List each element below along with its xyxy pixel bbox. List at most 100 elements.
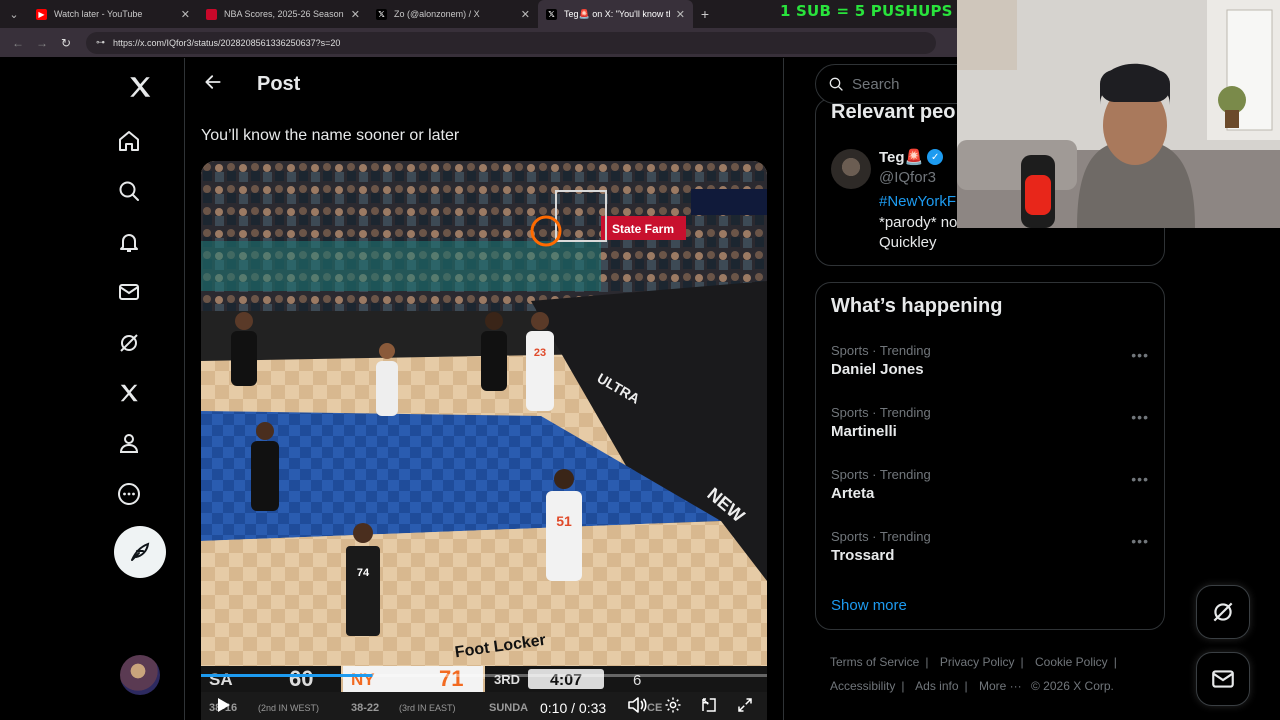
tweet-text: You’ll know the name sooner or later bbox=[201, 127, 460, 144]
trend-meta: Sports · Trending bbox=[831, 343, 931, 358]
whats-happening-card: What’s happening Sports · Trending Danie… bbox=[815, 282, 1165, 630]
compose-post-button[interactable] bbox=[114, 526, 166, 578]
footer-link[interactable]: Ads info bbox=[915, 679, 958, 693]
footer-link[interactable]: Privacy Policy bbox=[940, 655, 1015, 669]
trend-item[interactable]: Sports · Trending Arteta ••• bbox=[831, 467, 1151, 502]
user-name[interactable]: Teg🚨 ✓ bbox=[879, 148, 944, 166]
user-handle[interactable]: @IQfor3 bbox=[879, 169, 936, 186]
tab-zo[interactable]: 𝕏 Zo (@alonzonem) / X ✕ bbox=[368, 0, 538, 28]
volume-icon[interactable] bbox=[627, 696, 647, 719]
tab-nba-scores[interactable]: NBA Scores, 2025-26 Season - ✕ bbox=[198, 0, 368, 28]
notifications-bell-icon[interactable] bbox=[114, 227, 144, 257]
url-text: https://x.com/IQfor3/status/202820856133… bbox=[113, 37, 341, 48]
tab-title: Watch later - YouTube bbox=[54, 9, 143, 19]
avatar[interactable] bbox=[831, 149, 871, 189]
verified-badge-icon: ✓ bbox=[927, 149, 944, 165]
close-icon[interactable]: ✕ bbox=[181, 8, 190, 21]
trend-name: Daniel Jones bbox=[831, 361, 924, 378]
video-time: 0:10 / 0:33 bbox=[540, 700, 607, 716]
youtube-icon: ▶ bbox=[36, 8, 47, 20]
grok-icon[interactable] bbox=[114, 328, 144, 358]
more-options-icon[interactable]: ••• bbox=[1131, 409, 1149, 425]
profile-icon[interactable] bbox=[114, 428, 144, 458]
video-player[interactable]: State Farm Foot Locker ULTRA NEW 51 74 2… bbox=[201, 161, 767, 720]
site-info-icon[interactable]: ⊶ bbox=[96, 37, 105, 48]
forward-arrow-icon[interactable]: → bbox=[30, 36, 54, 50]
post-header: Post bbox=[185, 58, 783, 110]
court-ad-statefarm: State Farm bbox=[612, 222, 674, 236]
new-tab-button[interactable]: + bbox=[693, 6, 717, 22]
left-navigation bbox=[100, 58, 184, 720]
footer-link[interactable]: Terms of Service bbox=[830, 655, 919, 669]
trend-name: Martinelli bbox=[831, 423, 897, 440]
bio-text: *parody* no bbox=[879, 214, 958, 231]
whats-happening-title: What’s happening bbox=[831, 295, 1003, 317]
bio-text: Quickley bbox=[879, 234, 937, 251]
trend-meta: Sports · Trending bbox=[831, 529, 931, 544]
messages-icon bbox=[1212, 670, 1234, 688]
back-arrow-icon[interactable] bbox=[187, 72, 239, 97]
x-logo-icon[interactable] bbox=[124, 71, 156, 103]
away-team: SA bbox=[209, 670, 233, 689]
tab-title: Teg🚨 on X: "You'll know the n bbox=[564, 8, 670, 19]
footer-link[interactable]: Cookie Policy bbox=[1035, 655, 1108, 669]
tab-search-icon[interactable]: ⌄ bbox=[0, 0, 28, 28]
play-icon[interactable] bbox=[215, 697, 231, 718]
trend-name: Arteta bbox=[831, 485, 875, 502]
bio-hashtag[interactable]: #NewYorkF bbox=[879, 193, 956, 210]
grok-icon bbox=[1213, 602, 1233, 622]
video-controls: 0:10 / 0:33 bbox=[201, 690, 767, 720]
more-options-icon[interactable]: ••• bbox=[1131, 471, 1149, 487]
settings-gear-icon[interactable] bbox=[664, 696, 682, 719]
main-column: Post You’ll know the name sooner or late… bbox=[185, 58, 783, 720]
home-score: 71 bbox=[439, 666, 463, 691]
trend-item[interactable]: Sports · Trending Daniel Jones ••• bbox=[831, 343, 1151, 378]
feather-icon bbox=[131, 542, 150, 561]
relevant-people-title: Relevant peo bbox=[831, 101, 956, 123]
more-options-icon[interactable]: ••• bbox=[1131, 347, 1149, 363]
show-more-link[interactable]: Show more bbox=[831, 597, 907, 614]
url-field[interactable]: ⊶ https://x.com/IQfor3/status/2028208561… bbox=[86, 31, 936, 54]
page-title: Post bbox=[257, 72, 301, 95]
fullscreen-icon[interactable] bbox=[736, 696, 754, 719]
trend-meta: Sports · Trending bbox=[831, 467, 931, 482]
tab-teg-post[interactable]: 𝕏 Teg🚨 on X: "You'll know the n ✕ bbox=[538, 0, 693, 28]
away-score: 60 bbox=[289, 666, 313, 691]
close-icon[interactable]: ✕ bbox=[351, 8, 360, 21]
footer-links: Terms of Service | Privacy Policy | Cookie… bbox=[830, 655, 1117, 693]
footer-link[interactable]: Accessibility bbox=[830, 679, 895, 693]
footer-link[interactable]: More ··· bbox=[979, 679, 1022, 693]
messages-floating-button[interactable] bbox=[1196, 652, 1250, 706]
tab-youtube[interactable]: ▶ Watch later - YouTube ✕ bbox=[28, 0, 198, 28]
picture-in-picture-icon[interactable] bbox=[700, 696, 718, 719]
divider bbox=[783, 58, 784, 720]
home-icon[interactable] bbox=[114, 126, 144, 156]
video-progress-fill bbox=[201, 674, 373, 677]
video-frame: State Farm Foot Locker ULTRA NEW 51 74 2… bbox=[201, 161, 767, 720]
jersey-number: 51 bbox=[556, 513, 572, 529]
trend-item[interactable]: Sports · Trending Trossard ••• bbox=[831, 529, 1151, 564]
close-icon[interactable]: ✕ bbox=[676, 8, 685, 21]
nba-icon bbox=[206, 8, 217, 20]
tab-title: NBA Scores, 2025-26 Season - bbox=[224, 9, 345, 19]
trend-name: Trossard bbox=[831, 547, 895, 564]
jersey-number: 23 bbox=[534, 347, 546, 359]
webcam-overlay bbox=[957, 0, 1280, 228]
search-icon[interactable] bbox=[114, 176, 144, 206]
back-arrow-icon[interactable]: ← bbox=[6, 36, 30, 50]
trend-item[interactable]: Sports · Trending Martinelli ••• bbox=[831, 405, 1151, 440]
close-icon[interactable]: ✕ bbox=[521, 8, 530, 21]
stream-banner: 1 SUB = 5 PUSHUPS bbox=[780, 2, 953, 20]
grok-floating-button[interactable] bbox=[1196, 585, 1250, 639]
x-icon: 𝕏 bbox=[376, 8, 387, 20]
more-options-icon[interactable]: ••• bbox=[1131, 533, 1149, 549]
more-circle-icon[interactable] bbox=[114, 479, 144, 509]
referee-number: 74 bbox=[357, 567, 370, 579]
search-icon bbox=[829, 77, 843, 91]
account-avatar[interactable] bbox=[120, 655, 160, 695]
premium-x-icon[interactable] bbox=[114, 378, 144, 408]
x-icon: 𝕏 bbox=[546, 8, 557, 20]
reload-icon[interactable]: ↻ bbox=[54, 36, 78, 50]
webcam-feed bbox=[957, 0, 1280, 228]
messages-icon[interactable] bbox=[114, 277, 144, 307]
